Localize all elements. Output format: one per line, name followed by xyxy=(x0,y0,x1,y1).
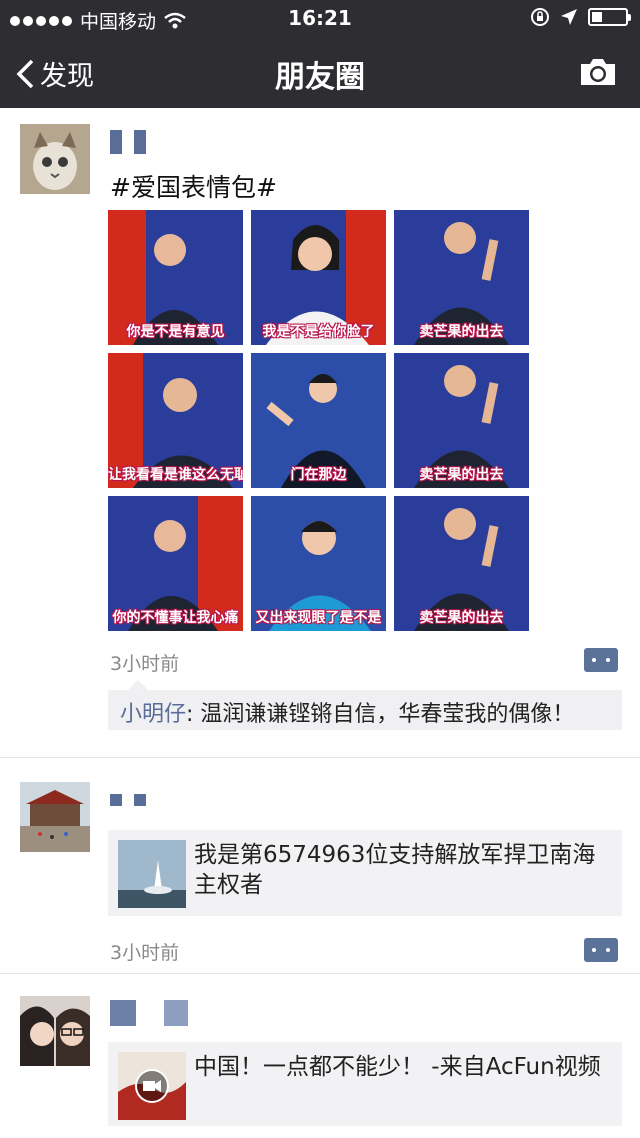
comment-text: 温润谦谦铿锵自信，华春莹我的偶像！ xyxy=(200,702,575,727)
meme-caption: 门在那边 xyxy=(290,467,347,483)
meme-caption: 卖芒果的出去 xyxy=(419,324,504,340)
comment-button[interactable] xyxy=(584,648,618,672)
meme-caption: 你是不是有意见 xyxy=(126,324,225,340)
post-time: 3小时前 xyxy=(110,942,180,964)
temple-avatar-image xyxy=(20,782,90,852)
moment-post: 中国！一点都不能少！ -来自AcFun视频 xyxy=(0,974,640,1138)
image-grid: 你是不是有意见 我是不是给你脸了 卖芒果的出去 让我看看是谁这么无耻 门在那边 … xyxy=(108,210,530,631)
post-text: #爱国表情包# xyxy=(110,173,277,202)
nav-bar: 发现 朋友圈 xyxy=(0,36,640,108)
comment-box: 小明仔: 温润谦谦铿锵自信，华春莹我的偶像！ xyxy=(108,680,622,730)
avatar[interactable] xyxy=(20,782,90,852)
camera-icon[interactable] xyxy=(578,56,618,88)
meme-image[interactable]: 让我看看是谁这么无耻 xyxy=(108,353,243,488)
meme-image[interactable]: 门在那边 xyxy=(251,353,386,488)
commenter-name[interactable]: 小明仔 xyxy=(120,702,186,727)
shared-link-thumbnail xyxy=(118,840,186,908)
shared-video-thumbnail xyxy=(118,1052,186,1120)
author-name-redacted[interactable] xyxy=(110,1000,188,1026)
post-time: 3小时前 xyxy=(110,653,180,675)
moment-post: #爱国表情包# 你是不是有意见 我是不是给你脸了 卖芒果的出去 让我看看是谁这么… xyxy=(0,108,640,758)
cat-avatar-image xyxy=(20,124,90,194)
meme-image[interactable]: 卖芒果的出去 xyxy=(394,353,529,488)
comment-button[interactable] xyxy=(584,938,618,962)
avatar[interactable] xyxy=(20,996,90,1066)
meme-image[interactable]: 卖芒果的出去 xyxy=(394,210,529,345)
status-right xyxy=(530,7,631,27)
comment-separator: : xyxy=(186,702,201,727)
battery-icon xyxy=(588,8,631,26)
moment-post: 我是第6574963位支持解放军捍卫南海主权者 3小时前 xyxy=(0,758,640,974)
meme-caption: 你的不懂事让我心痛 xyxy=(112,610,239,626)
author-name-redacted[interactable] xyxy=(110,130,146,154)
meme-caption: 我是不是给你脸了 xyxy=(262,324,375,340)
author-name-redacted[interactable] xyxy=(110,794,146,806)
moments-feed: #爱国表情包# 你是不是有意见 我是不是给你脸了 卖芒果的出去 让我看看是谁这么… xyxy=(0,108,640,1138)
shared-video[interactable]: 中国！一点都不能少！ -来自AcFun视频 xyxy=(108,1042,622,1126)
meme-image[interactable]: 又出来现眼了是不是 xyxy=(251,496,386,631)
page-title: 朋友圈 xyxy=(275,60,365,95)
rotation-lock-icon xyxy=(531,8,549,26)
meme-image[interactable]: 卖芒果的出去 xyxy=(394,496,529,631)
avatar[interactable] xyxy=(20,124,90,194)
status-bar: 中国移动 16:21 xyxy=(0,0,640,36)
location-icon xyxy=(561,9,577,25)
shared-link-title: 我是第6574963位支持解放军捍卫南海主权者 xyxy=(194,842,596,898)
meme-image[interactable]: 我是不是给你脸了 xyxy=(251,210,386,345)
shared-link[interactable]: 我是第6574963位支持解放军捍卫南海主权者 xyxy=(108,830,622,916)
meme-caption: 让我看看是谁这么无耻 xyxy=(108,467,243,483)
selfie-avatar-image xyxy=(20,996,90,1066)
meme-caption: 又出来现眼了是不是 xyxy=(255,610,382,626)
meme-caption: 卖芒果的出去 xyxy=(419,610,504,626)
meme-image[interactable]: 你是不是有意见 xyxy=(108,210,243,345)
shared-video-title: 中国！一点都不能少！ -来自AcFun视频 xyxy=(194,1054,601,1080)
meme-caption: 卖芒果的出去 xyxy=(419,467,504,483)
meme-image[interactable]: 你的不懂事让我心痛 xyxy=(108,496,243,631)
